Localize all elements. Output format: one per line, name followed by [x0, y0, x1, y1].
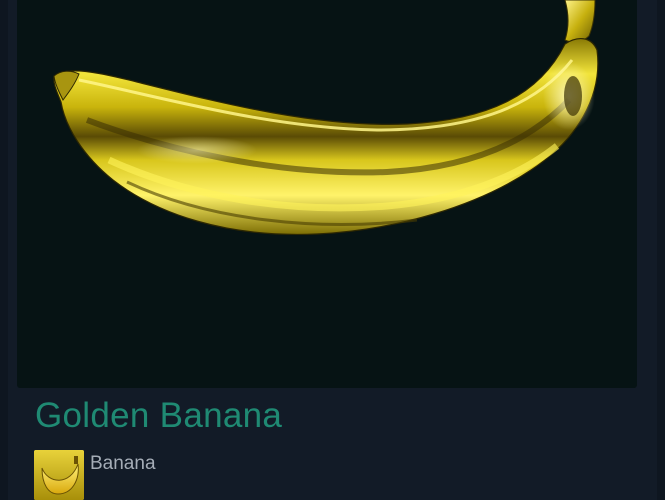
item-image-frame[interactable]: [17, 0, 637, 388]
left-edge: [0, 0, 8, 500]
right-edge: [657, 0, 665, 500]
golden-banana-image: [53, 0, 599, 236]
game-name[interactable]: Banana: [90, 452, 156, 476]
item-title: Golden Banana: [35, 396, 283, 435]
item-page: Golden Banana Banana: [0, 0, 665, 500]
banana-game-icon[interactable]: [34, 450, 84, 500]
